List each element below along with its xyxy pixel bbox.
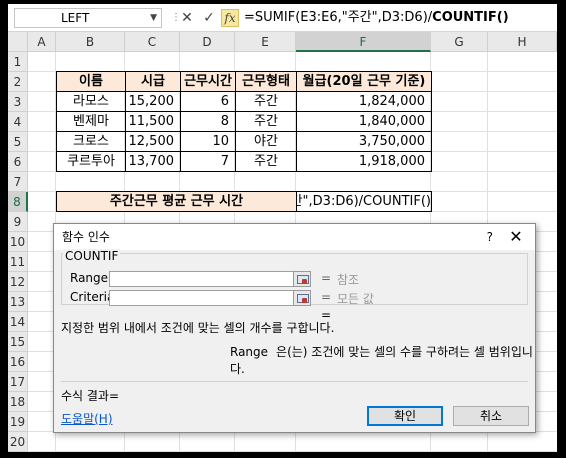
table-cell[interactable]: 1,824,000 [296,91,432,112]
formula-text-active-function: COUNTIF() [432,10,509,25]
criteria-label: Criteria [70,290,115,304]
gridline [28,451,557,452]
ok-button[interactable]: 확인 [367,406,443,426]
column-header-a[interactable]: A [28,32,56,52]
row-header-10[interactable]: 10 [8,232,28,252]
range-label: Range [70,271,109,285]
column-header-e[interactable]: E [235,32,296,52]
table-cell[interactable]: 야간 [235,131,297,152]
argument-description-name: Range [230,345,269,359]
excel-window: LEFT ▼ ⋮ ✕ ✓ fx =SUMIF(E3:E6,"주간",D3:D6)… [8,4,557,452]
range-equals: = [321,271,332,285]
table-cell[interactable]: 12,500 [125,131,181,152]
row-header-17[interactable]: 17 [8,372,28,392]
name-box[interactable]: LEFT ▼ [14,8,162,28]
range-result: 참조 [337,273,360,287]
table-cell[interactable]: 주간 [235,151,297,172]
column-header-d[interactable]: D [180,32,235,52]
table-cell[interactable]: 10 [180,131,236,152]
column-header-g[interactable]: G [431,32,488,52]
table-header-cell[interactable]: 월급(20일 근무 기준) [296,71,432,92]
table-cell[interactable]: 13,700 [125,151,181,172]
table-cell[interactable]: 15,200 [125,91,181,112]
range-collapse-icon[interactable] [293,271,311,287]
column-header-b[interactable]: B [56,32,125,52]
help-icon[interactable]: ? [487,224,493,250]
table-cell[interactable]: 라모스 [56,91,126,112]
table-cell[interactable]: 1,918,000 [296,151,432,172]
formula-result: 수식 결과= [61,389,120,403]
table-cell[interactable]: 벤제마 [56,111,126,132]
table-cell[interactable]: 주간 [235,111,297,132]
formula-text-part1: =SUMIF(E3:E6,"주간",D3:D6)/ [244,10,433,25]
row-header-11[interactable]: 11 [8,252,28,272]
help-link[interactable]: 도움말(H) [61,410,113,427]
table-header-cell[interactable]: 근무시간 [180,71,236,92]
formula-bar: LEFT ▼ ⋮ ✕ ✓ fx =SUMIF(E3:E6,"주간",D3:D6)… [8,4,557,32]
table-header-cell[interactable]: 근무형태 [235,71,297,92]
insert-function-icon[interactable]: fx [221,9,239,27]
active-cell-f8[interactable]: 주간",D3:D6)/COUNTIF() [296,191,432,212]
row-header-4[interactable]: 4 [8,112,28,132]
row-header-13[interactable]: 13 [8,292,28,312]
table-cell[interactable]: 6 [180,91,236,112]
row-header-6[interactable]: 6 [8,152,28,172]
table-header-cell[interactable]: 시급 [125,71,181,92]
column-header-f[interactable]: F [296,32,431,52]
table-cell[interactable]: 11,500 [125,111,181,132]
chevron-down-icon[interactable]: ▼ [150,9,157,27]
dialog-title-text: 함수 인수 [62,230,110,244]
function-description: 지정한 범위 내에서 조건에 맞는 셀의 개수를 구합니다. [61,321,335,335]
table-cell[interactable]: 1,840,000 [296,111,432,132]
summary-label-cell[interactable]: 주간근무 평균 근무 시간 [56,191,297,212]
row-header-14[interactable]: 14 [8,312,28,332]
dialog-title: 함수 인수 [54,224,535,250]
row-header-12[interactable]: 12 [8,272,28,292]
row-header-19[interactable]: 19 [8,412,28,432]
cancel-icon[interactable]: ✕ [178,9,196,27]
select-all-corner[interactable] [8,32,28,52]
formula-input[interactable]: =SUMIF(E3:E6,"주간",D3:D6)/COUNTIF() [244,8,509,28]
enter-icon[interactable]: ✓ [200,9,218,27]
row-header-5[interactable]: 5 [8,132,28,152]
row-header-16[interactable]: 16 [8,352,28,372]
row-header-3[interactable]: 3 [8,92,28,112]
row-header-9[interactable]: 9 [8,212,28,232]
close-icon[interactable]: ✕ [505,224,527,250]
table-cell[interactable]: 주간 [235,91,297,112]
name-box-value: LEFT [61,11,90,25]
table-cell[interactable]: 쿠르투아 [56,151,126,172]
row-header-8[interactable]: 8 [8,192,28,212]
row-header-15[interactable]: 15 [8,332,28,352]
argument-description: Range 은(는) 조건에 맞는 셀의 수를 구하려는 셀 범위입니다. [230,343,535,377]
range-input[interactable] [109,271,307,287]
table-cell[interactable]: 7 [180,151,236,172]
row-header-2[interactable]: 2 [8,72,28,92]
table-cell[interactable]: 크로스 [56,131,126,152]
row-header-1[interactable]: 1 [8,52,28,72]
function-arguments-dialog: 함수 인수 ? ✕ COUNTIF Range = 참조 Criteria = … [53,223,536,433]
criteria-input[interactable] [109,290,307,306]
criteria-collapse-icon[interactable] [293,290,311,306]
active-cell-text: 주간",D3:D6)/COUNTIF() [297,194,431,209]
criteria-equals: = [321,290,332,304]
column-header-h[interactable]: H [488,32,557,52]
table-header-cell[interactable]: 이름 [56,71,126,92]
row-header-18[interactable]: 18 [8,392,28,412]
function-name-label: COUNTIF [63,249,121,263]
column-header-c[interactable]: C [125,32,180,52]
table-cell[interactable]: 3,750,000 [296,131,432,152]
row-header-20[interactable]: 20 [8,432,28,452]
criteria-result: 모든 값 [337,292,374,306]
argument-description-text: 은(는) 조건에 맞는 셀의 수를 구하려는 셀 범위입니다. [230,345,533,376]
divider [61,381,528,382]
row-header-7[interactable]: 7 [8,172,28,192]
table-cell[interactable]: 8 [180,111,236,132]
cancel-button[interactable]: 취소 [453,406,529,426]
